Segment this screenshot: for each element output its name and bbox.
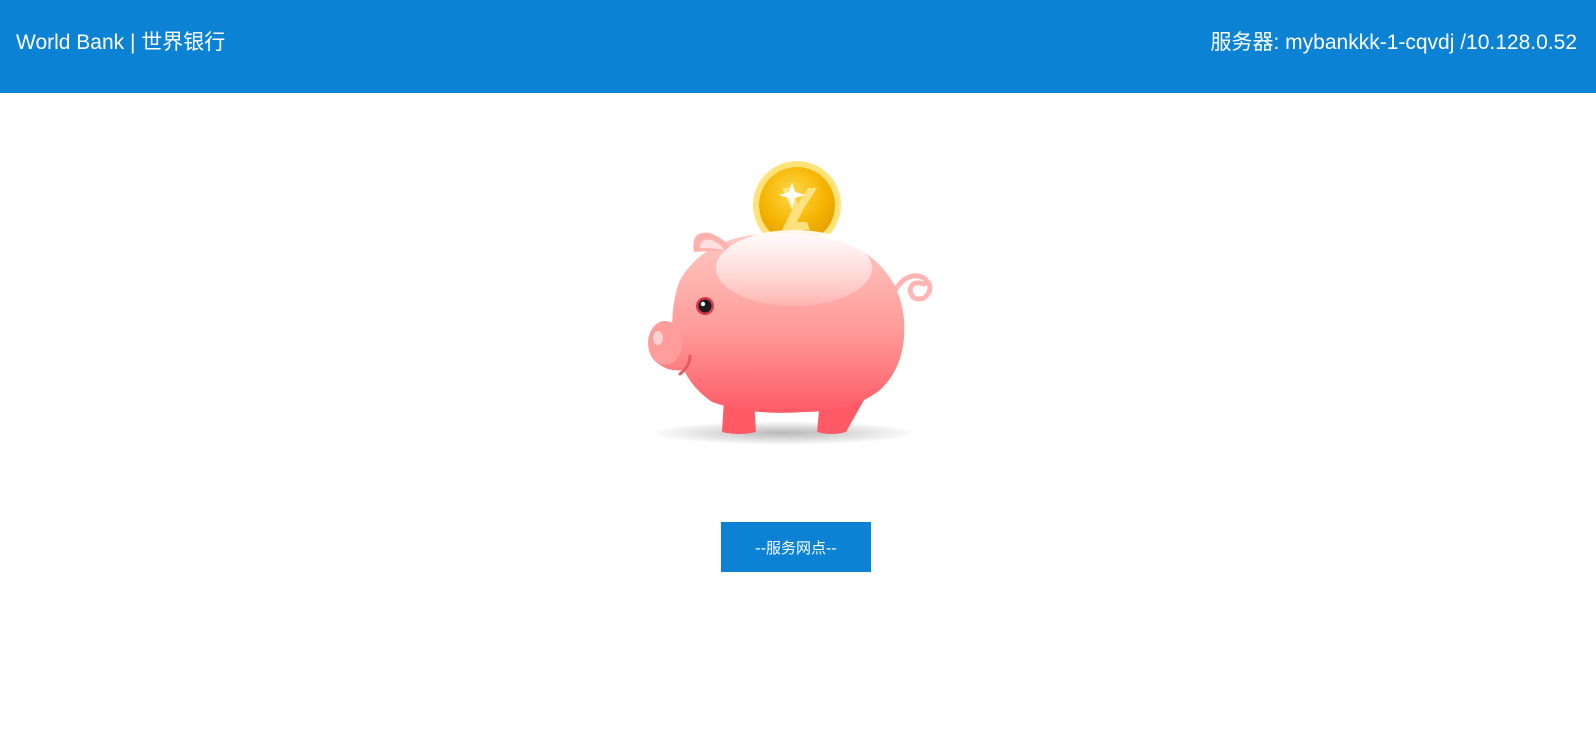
- brand-title: World Bank | 世界银行: [16, 31, 226, 54]
- server-info: 服务器: mybankkk-1-cqvdj /10.128.0.52: [1210, 31, 1578, 54]
- piggy-bank-illustration: [648, 161, 933, 445]
- piggy-bank-icon: [632, 160, 952, 450]
- service-branches-button[interactable]: --服务网点--: [721, 522, 871, 572]
- top-header-bar: World Bank | 世界银行 服务器: mybankkk-1-cqvdj …: [0, 0, 1596, 93]
